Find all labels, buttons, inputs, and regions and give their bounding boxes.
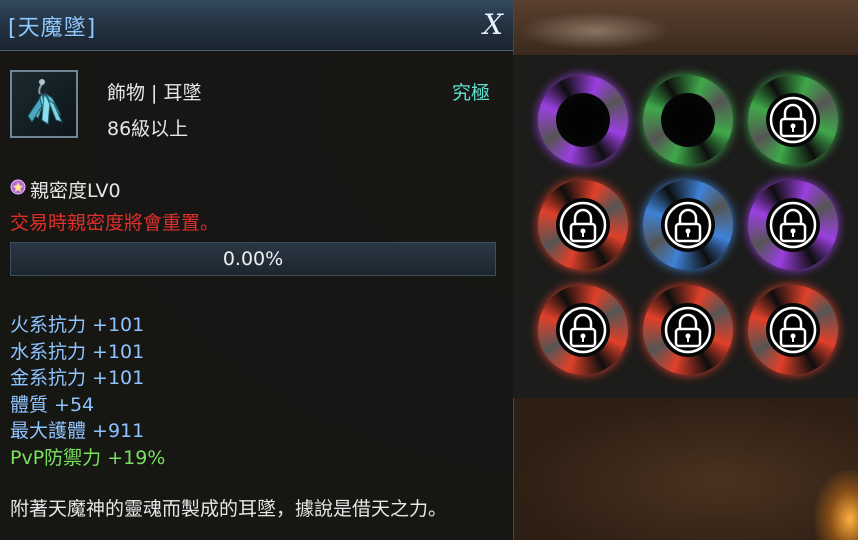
open-socket[interactable] — [538, 75, 628, 165]
locked-socket[interactable] — [748, 75, 838, 165]
item-description: 附著天魔神的靈魂而製成的耳墜，據說是借天之力。 — [10, 498, 448, 520]
lock-icon — [664, 201, 712, 249]
lock-icon — [559, 306, 607, 354]
locked-socket[interactable] — [643, 180, 733, 270]
stat-list: 火系抗力 +101 水系抗力 +101 金系抗力 +101 體質 +54 最大護… — [10, 312, 165, 471]
progress-text: 0.00% — [222, 248, 284, 270]
lock-icon — [559, 201, 607, 249]
item-category: 飾物 | 耳墜 — [107, 82, 202, 104]
socket-core — [661, 93, 715, 147]
close-button[interactable]: X — [478, 8, 508, 42]
background-cloud — [520, 12, 670, 50]
background-glow — [815, 470, 858, 540]
socket-grid — [513, 55, 858, 398]
locked-socket[interactable] — [643, 285, 733, 375]
earring-icon — [10, 70, 78, 138]
locked-socket[interactable] — [748, 285, 838, 375]
stat-line: 金系抗力 +101 — [10, 367, 145, 389]
intimacy-gem-icon — [10, 179, 26, 195]
stat-line: 水系抗力 +101 — [10, 340, 145, 363]
tooltip-titlebar: [天魔墜] X — [0, 0, 513, 51]
stat-line: 火系抗力 +101 — [10, 314, 145, 336]
lock-icon — [769, 306, 817, 354]
locked-socket[interactable] — [748, 180, 838, 270]
lock-icon — [664, 306, 712, 354]
lock-icon — [769, 201, 817, 249]
background-bottom — [513, 398, 858, 540]
item-title: [天魔墜] — [8, 16, 97, 41]
item-level-requirement: 86級以上 — [107, 118, 189, 140]
intimacy-level: 親密度LV0 — [30, 180, 121, 202]
item-tooltip-panel: [天魔墜] X 飾物 | 耳墜 86級以上 究極 親密度LV0 交易時親密度將會… — [0, 0, 514, 540]
pvp-stat-line: PvP防禦力 +19% — [10, 446, 166, 469]
lock-icon — [769, 96, 817, 144]
locked-socket[interactable] — [538, 285, 628, 375]
socket-core — [556, 93, 610, 147]
locked-socket[interactable] — [538, 180, 628, 270]
item-grade: 究極 — [452, 82, 491, 104]
stat-line: 最大護體 +911 — [10, 420, 145, 442]
open-socket[interactable] — [643, 75, 733, 165]
intimacy-reset-warning: 交易時親密度將會重置。 — [10, 212, 220, 234]
intimacy-progress-bar: 0.00% — [10, 242, 496, 276]
stat-line: 體質 +54 — [10, 393, 95, 416]
